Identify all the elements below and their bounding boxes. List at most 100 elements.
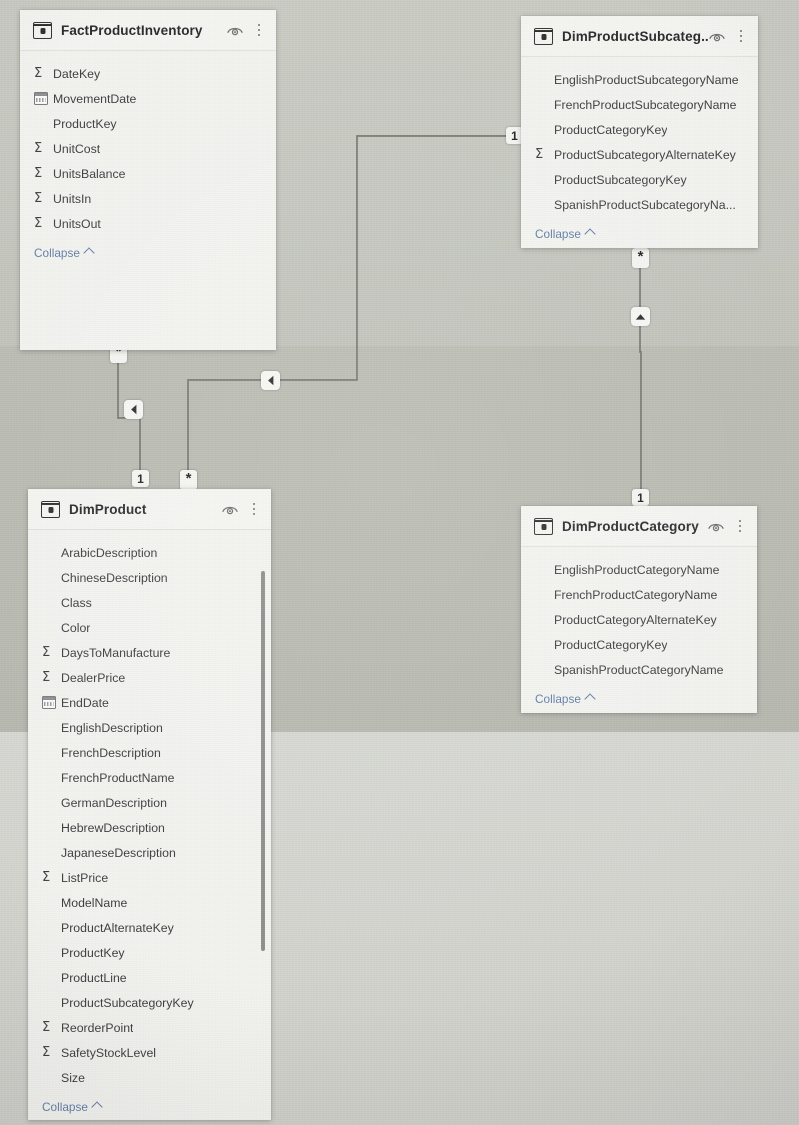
field-row[interactable]: Color [28, 615, 271, 640]
field-row[interactable]: ArabicDescription [28, 540, 271, 565]
sigma-icon: Σ [34, 141, 43, 156]
model-view-canvas[interactable]: * 1 * 1 * 1 FactProductInventory Σ DateKey… [0, 0, 799, 1125]
field-type-icon: Σ [42, 1021, 61, 1034]
table-header[interactable]: DimProduct [28, 489, 271, 530]
collapse-button[interactable]: Collapse [535, 692, 596, 706]
field-row[interactable]: Σ DaysToManufacture [28, 640, 271, 665]
field-row[interactable]: EnglishDescription [28, 715, 271, 740]
field-type-icon: Σ [42, 646, 61, 659]
field-row[interactable]: Σ DealerPrice [28, 665, 271, 690]
field-row[interactable]: Σ ProductSubcategoryAlternateKey [521, 142, 758, 167]
sigma-icon: Σ [42, 1020, 51, 1035]
field-row[interactable]: ProductSubcategoryKey [521, 167, 758, 192]
collapse-button[interactable]: Collapse [535, 227, 596, 241]
field-row[interactable]: ProductCategoryAlternateKey [521, 607, 757, 632]
collapse-button[interactable]: Collapse [42, 1100, 103, 1114]
field-row[interactable]: Σ UnitsOut [20, 211, 276, 236]
field-row[interactable]: ProductKey [28, 940, 271, 965]
field-label: EnglishDescription [61, 720, 163, 735]
field-row[interactable]: ProductCategoryKey [521, 632, 757, 657]
field-list: EnglishProductCategoryName FrenchProductC… [521, 547, 757, 686]
eye-icon[interactable] [709, 30, 725, 42]
filter-direction-arrow-subcategory-category[interactable] [631, 307, 650, 326]
field-type-icon: Σ [34, 67, 53, 80]
field-label: FrenchProductSubcategoryName [554, 97, 737, 112]
table-header-actions [227, 22, 266, 38]
collapse-button[interactable]: Collapse [34, 246, 95, 260]
field-row[interactable]: ChineseDescription [28, 565, 271, 590]
field-label: ProductKey [53, 116, 117, 131]
cardinality-one-category[interactable]: 1 [632, 489, 649, 506]
eye-icon[interactable] [222, 503, 238, 515]
field-type-icon: Σ [34, 217, 53, 230]
cardinality-one-dimproduct-a[interactable]: 1 [132, 470, 149, 487]
field-row[interactable]: FrenchProductSubcategoryName [521, 92, 758, 117]
more-options-icon[interactable] [252, 22, 266, 38]
field-row[interactable]: SpanishProductSubcategoryNa... [521, 192, 758, 217]
field-row[interactable]: ProductSubcategoryKey [28, 990, 271, 1015]
field-row[interactable]: Size [28, 1065, 271, 1090]
cardinality-many-subcategory[interactable]: * [632, 248, 649, 268]
eye-icon[interactable] [227, 24, 243, 36]
table-icon [534, 27, 553, 45]
field-type-icon: Σ [42, 871, 61, 884]
field-row[interactable]: ProductAlternateKey [28, 915, 271, 940]
filter-direction-arrow-fact-dimproduct[interactable] [124, 400, 143, 419]
field-row[interactable]: EnglishProductSubcategoryName [521, 67, 758, 92]
table-title: DimProductSubcateg... [562, 28, 709, 44]
field-row[interactable]: ProductCategoryKey [521, 117, 758, 142]
field-label: ChineseDescription [61, 570, 168, 585]
field-row[interactable]: ProductKey [20, 111, 276, 136]
table-footer: Collapse [521, 686, 757, 713]
table-card-dim-product-category[interactable]: DimProductCategory EnglishProductCategory… [521, 506, 757, 713]
eye-icon[interactable] [708, 520, 724, 532]
field-list-scrollbar[interactable] [261, 571, 265, 951]
field-row[interactable]: JapaneseDescription [28, 840, 271, 865]
chevron-up-icon [91, 1100, 103, 1113]
field-row[interactable]: Σ UnitsIn [20, 186, 276, 211]
field-row[interactable]: FrenchDescription [28, 740, 271, 765]
field-row[interactable]: EndDate [28, 690, 271, 715]
calendar-icon [42, 696, 56, 709]
field-type-icon [42, 696, 61, 709]
field-row[interactable]: ModelName [28, 890, 271, 915]
field-label: Class [61, 595, 92, 610]
field-label: UnitsIn [53, 191, 92, 206]
field-row[interactable]: Σ SafetyStockLevel [28, 1040, 271, 1065]
field-list: Σ DateKey MovementDate ProductKey Σ UnitCost Σ… [20, 51, 276, 240]
table-header[interactable]: FactProductInventory [20, 10, 276, 51]
table-card-fact-product-inventory[interactable]: FactProductInventory Σ DateKey MovementDate… [20, 10, 276, 350]
field-label: EnglishProductCategoryName [554, 562, 720, 577]
more-options-icon[interactable] [734, 28, 748, 44]
field-row[interactable]: Σ UnitCost [20, 136, 276, 161]
field-row[interactable]: Σ UnitsBalance [20, 161, 276, 186]
table-header[interactable]: DimProductSubcateg... [521, 16, 758, 57]
field-row[interactable]: MovementDate [20, 86, 276, 111]
field-row[interactable]: EnglishProductCategoryName [521, 557, 757, 582]
sigma-icon: Σ [42, 1045, 51, 1060]
field-label: ReorderPoint [61, 1020, 134, 1035]
field-row[interactable]: FrenchProductCategoryName [521, 582, 757, 607]
field-row[interactable]: HebrewDescription [28, 815, 271, 840]
collapse-label: Collapse [42, 1100, 88, 1114]
field-label: ProductAlternateKey [61, 920, 174, 935]
table-card-dim-product-subcategory[interactable]: DimProductSubcateg... EnglishProductSubca… [521, 16, 758, 248]
field-row[interactable]: Class [28, 590, 271, 615]
table-header[interactable]: DimProductCategory [521, 506, 757, 547]
field-row[interactable]: Σ ReorderPoint [28, 1015, 271, 1040]
field-type-icon: Σ [34, 192, 53, 205]
table-card-dim-product[interactable]: DimProduct ArabicDescription ChineseDescri… [28, 489, 271, 1120]
field-row[interactable]: ProductLine [28, 965, 271, 990]
field-row[interactable]: Σ DateKey [20, 61, 276, 86]
more-options-icon[interactable] [247, 501, 261, 517]
field-label: ProductSubcategoryAlternateKey [554, 147, 736, 162]
filter-direction-arrow-dimproduct-subcategory[interactable] [261, 371, 280, 390]
calendar-icon [34, 92, 48, 105]
field-row[interactable]: FrenchProductName [28, 765, 271, 790]
field-label: SafetyStockLevel [61, 1045, 157, 1060]
field-row[interactable]: SpanishProductCategoryName [521, 657, 757, 682]
field-row[interactable]: Σ ListPrice [28, 865, 271, 890]
more-options-icon[interactable] [733, 518, 747, 534]
cardinality-many-dimproduct[interactable]: * [180, 470, 197, 490]
field-row[interactable]: GermanDescription [28, 790, 271, 815]
